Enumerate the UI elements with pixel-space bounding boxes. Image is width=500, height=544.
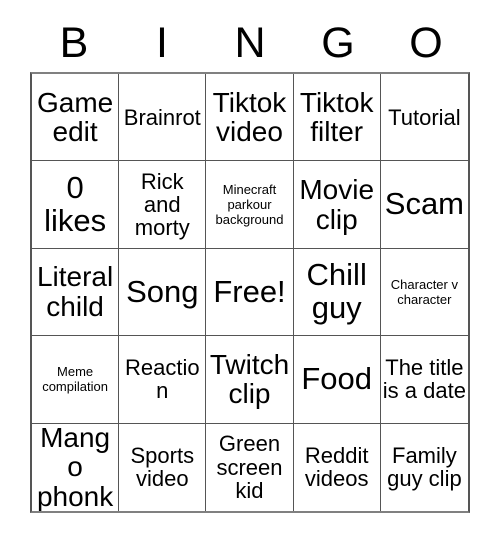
bingo-cell-label: Tiktok video bbox=[212, 86, 287, 148]
header-letter-i: I bbox=[156, 18, 168, 67]
bingo-cell[interactable]: Tiktok filter bbox=[293, 74, 381, 162]
bingo-cell-label: Food bbox=[301, 360, 373, 396]
bingo-cell-label: Rick and morty bbox=[134, 168, 190, 241]
header-letter-n: N bbox=[234, 18, 266, 67]
bingo-cell[interactable]: Song bbox=[119, 248, 207, 337]
bingo-cell-label: Green screen kid bbox=[216, 431, 283, 503]
bingo-cell[interactable]: The title is a date bbox=[380, 336, 468, 424]
bingo-cell-label: Song bbox=[126, 273, 199, 309]
bingo-cell[interactable]: Reddit videos bbox=[293, 423, 381, 511]
bingo-cell[interactable]: Tutorial bbox=[380, 74, 468, 162]
bingo-grid: Game edit Brainrot Tiktok video Tiktok f… bbox=[30, 72, 470, 513]
bingo-cell-label: The title is a date bbox=[382, 355, 466, 404]
bingo-cell-label: Tutorial bbox=[388, 104, 461, 130]
bingo-cell-label: 0 likes bbox=[44, 169, 107, 238]
bingo-cell-label: Sports video bbox=[130, 442, 195, 492]
bingo-header: B I N G O bbox=[30, 14, 470, 72]
bingo-cell-label: Brainrot bbox=[123, 104, 201, 130]
bingo-cell-label: Tiktok filter bbox=[299, 86, 374, 148]
bingo-cell-label: Character v character bbox=[390, 276, 458, 307]
bingo-cell-label: Family guy clip bbox=[387, 442, 462, 492]
header-letter-b: B bbox=[59, 18, 89, 67]
bingo-cell-label: Reaction bbox=[124, 355, 200, 404]
bingo-cell[interactable]: Character v character bbox=[380, 248, 468, 337]
bingo-cell[interactable]: Family guy clip bbox=[380, 423, 468, 511]
bingo-cell[interactable]: Chill guy bbox=[293, 248, 381, 337]
bingo-cell-label: Minecraft parkour background bbox=[215, 181, 284, 228]
header-letter-o: O bbox=[409, 18, 443, 67]
bingo-cell-label: Twitch clip bbox=[209, 348, 290, 410]
bingo-cell[interactable]: Rick and morty bbox=[119, 161, 207, 249]
bingo-cell[interactable]: Twitch clip bbox=[206, 336, 294, 424]
bingo-cell[interactable]: Mango phonk bbox=[32, 423, 120, 511]
bingo-cell-label: Meme compilation bbox=[42, 364, 108, 395]
bingo-cell[interactable]: Literal child bbox=[32, 248, 120, 337]
bingo-cell[interactable]: Movie clip bbox=[293, 161, 381, 249]
bingo-cell-label: Literal child bbox=[36, 261, 114, 322]
bingo-cell[interactable]: Minecraft parkour background bbox=[206, 161, 294, 249]
bingo-cell[interactable]: Game edit bbox=[32, 74, 120, 162]
bingo-cell[interactable]: Green screen kid bbox=[206, 423, 294, 511]
bingo-cell-label: Mango phonk bbox=[36, 423, 114, 511]
bingo-cell[interactable]: Meme compilation bbox=[32, 336, 120, 424]
bingo-cell[interactable]: Food bbox=[293, 336, 381, 424]
bingo-cell[interactable]: 0 likes bbox=[32, 161, 120, 249]
header-letter-g: G bbox=[321, 18, 355, 67]
bingo-cell[interactable]: Brainrot bbox=[119, 74, 207, 162]
bingo-cell[interactable]: Sports video bbox=[119, 423, 207, 511]
bingo-card: B I N G O Game edit Brainrot Tiktok vide… bbox=[0, 0, 500, 544]
bingo-cell-free[interactable]: Free! bbox=[206, 248, 294, 337]
bingo-cell-label: Movie clip bbox=[299, 173, 375, 235]
bingo-cell-label: Reddit videos bbox=[304, 442, 369, 492]
bingo-cell-label: Game edit bbox=[36, 86, 114, 148]
bingo-cell-label: Scam bbox=[384, 186, 465, 222]
bingo-cell-label: Chill guy bbox=[306, 257, 367, 325]
bingo-cell[interactable]: Tiktok video bbox=[206, 74, 294, 162]
bingo-cell[interactable]: Reaction bbox=[119, 336, 207, 424]
bingo-cell[interactable]: Scam bbox=[380, 161, 468, 249]
bingo-cell-label: Free! bbox=[213, 273, 286, 309]
